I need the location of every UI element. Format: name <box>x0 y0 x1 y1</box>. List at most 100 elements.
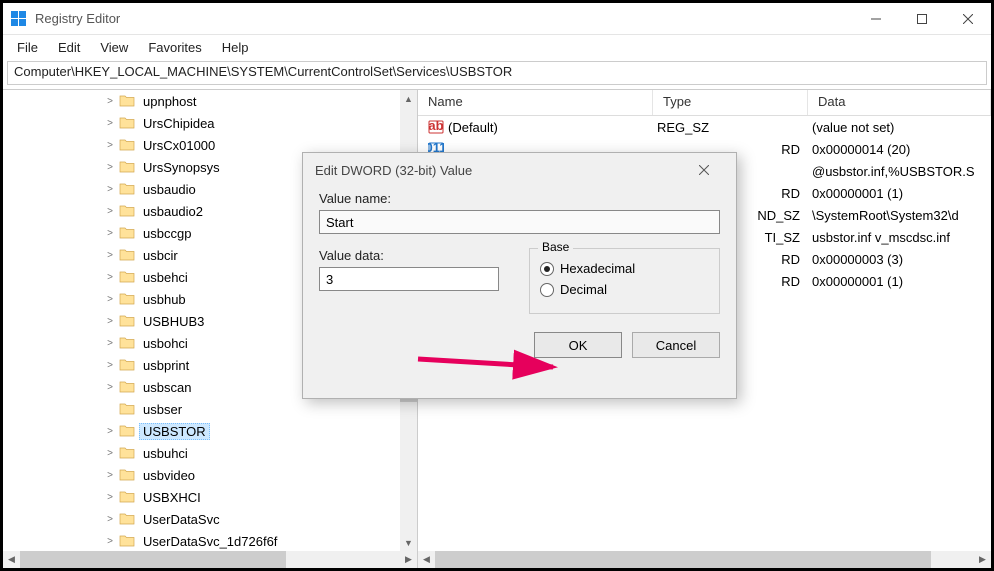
folder-icon <box>119 292 135 306</box>
expand-icon[interactable]: > <box>103 514 117 525</box>
folder-icon <box>119 512 135 526</box>
value-type-cell: REG_SZ <box>653 120 808 135</box>
folder-icon <box>119 248 135 262</box>
expand-icon[interactable]: > <box>103 492 117 503</box>
close-button[interactable] <box>945 4 991 34</box>
address-bar[interactable]: Computer\HKEY_LOCAL_MACHINE\SYSTEM\Curre… <box>7 61 987 85</box>
expand-icon[interactable]: > <box>103 250 117 261</box>
folder-icon <box>119 380 135 394</box>
tree-item-label: usbcir <box>139 247 182 264</box>
expand-icon[interactable]: > <box>103 382 117 393</box>
menu-favorites[interactable]: Favorites <box>138 38 211 57</box>
tree-item[interactable]: usbser <box>103 398 417 420</box>
expand-icon[interactable]: > <box>103 96 117 107</box>
expand-icon[interactable]: > <box>103 228 117 239</box>
expand-icon[interactable]: > <box>103 316 117 327</box>
expand-icon[interactable]: > <box>103 360 117 371</box>
header-name[interactable]: Name <box>418 90 653 115</box>
expand-icon[interactable]: > <box>103 470 117 481</box>
folder-icon <box>119 446 135 460</box>
value-data-field[interactable] <box>319 267 499 291</box>
radio-dec-label: Decimal <box>560 282 607 297</box>
tree-item-label: UrsCx01000 <box>139 137 219 154</box>
folder-icon <box>119 138 135 152</box>
folder-icon <box>119 204 135 218</box>
scroll-left-arrow[interactable]: ◀ <box>418 551 435 568</box>
list-headers: Name Type Data <box>418 90 991 116</box>
radio-icon-checked <box>540 262 554 276</box>
minimize-button[interactable] <box>853 4 899 34</box>
app-icon <box>11 11 27 27</box>
scroll-thumb[interactable] <box>20 551 286 568</box>
menu-file[interactable]: File <box>7 38 48 57</box>
dialog-close-button[interactable] <box>684 165 724 175</box>
value-data-cell: (value not set) <box>808 120 991 135</box>
value-data-label: Value data: <box>319 248 499 263</box>
scroll-thumb[interactable] <box>435 551 931 568</box>
folder-icon <box>119 534 135 548</box>
expand-icon[interactable]: > <box>103 536 117 547</box>
expand-icon[interactable]: > <box>103 294 117 305</box>
tree-item-label: UserDataSvc <box>139 511 224 528</box>
tree-item-label: USBSTOR <box>139 423 210 440</box>
tree-item[interactable]: >usbvideo <box>103 464 417 486</box>
expand-icon[interactable]: > <box>103 448 117 459</box>
scroll-right-arrow[interactable]: ▶ <box>400 551 417 568</box>
header-type[interactable]: Type <box>653 90 808 115</box>
value-data-cell: @usbstor.inf,%USBSTOR.S <box>808 164 991 179</box>
folder-icon <box>119 402 135 416</box>
dialog-titlebar: Edit DWORD (32-bit) Value <box>303 153 736 187</box>
scroll-right-arrow[interactable]: ▶ <box>974 551 991 568</box>
value-row[interactable]: ab(Default)REG_SZ(value not set) <box>418 116 991 138</box>
menu-edit[interactable]: Edit <box>48 38 90 57</box>
value-data-cell: 0x00000001 (1) <box>808 274 991 289</box>
tree-item-label: usbohci <box>139 335 192 352</box>
value-data-cell: 0x00000003 (3) <box>808 252 991 267</box>
expand-icon[interactable]: > <box>103 162 117 173</box>
folder-icon <box>119 270 135 284</box>
tree-item[interactable]: >UserDataSvc_1d726f6f <box>103 530 417 551</box>
tree-item-label: usbuhci <box>139 445 192 462</box>
tree-horizontal-scrollbar[interactable]: ◀ ▶ <box>3 551 418 568</box>
tree-item-label: usbhub <box>139 291 190 308</box>
expand-icon[interactable]: > <box>103 140 117 151</box>
folder-icon <box>119 160 135 174</box>
menu-help[interactable]: Help <box>212 38 259 57</box>
tree-item-label: usbccgp <box>139 225 195 242</box>
list-horizontal-scrollbar[interactable]: ◀ ▶ <box>418 551 991 568</box>
tree-item[interactable]: > UrsChipidea <box>103 112 417 134</box>
radio-decimal[interactable]: Decimal <box>540 282 709 297</box>
expand-icon[interactable]: > <box>103 118 117 129</box>
tree-item[interactable]: >upnphost <box>103 90 417 112</box>
tree-item-label: usbscan <box>139 379 195 396</box>
tree-item[interactable]: > USBSTOR <box>103 420 417 442</box>
scroll-up-arrow[interactable]: ▲ <box>400 90 417 107</box>
cancel-button[interactable]: Cancel <box>632 332 720 358</box>
radio-hexadecimal[interactable]: Hexadecimal <box>540 261 709 276</box>
menu-view[interactable]: View <box>90 38 138 57</box>
menubar: File Edit View Favorites Help <box>3 35 991 59</box>
tree-item-label: UrsSynopsys <box>139 159 224 176</box>
expand-icon[interactable]: > <box>103 184 117 195</box>
value-name-field[interactable] <box>319 210 720 234</box>
tree-item[interactable]: > usbuhci <box>103 442 417 464</box>
expand-icon[interactable]: > <box>103 338 117 349</box>
tree-item-label: UrsChipidea <box>139 115 219 132</box>
value-name-cell: ab(Default) <box>418 119 653 135</box>
scroll-left-arrow[interactable]: ◀ <box>3 551 20 568</box>
expand-icon[interactable]: > <box>103 426 117 437</box>
scroll-down-arrow[interactable]: ▼ <box>400 534 417 551</box>
expand-icon[interactable]: > <box>103 272 117 283</box>
tree-item[interactable]: >USBXHCI <box>103 486 417 508</box>
folder-icon <box>119 226 135 240</box>
folder-icon <box>119 314 135 328</box>
header-data[interactable]: Data <box>808 90 991 115</box>
maximize-button[interactable] <box>899 4 945 34</box>
expand-icon[interactable]: > <box>103 206 117 217</box>
radio-hex-label: Hexadecimal <box>560 261 635 276</box>
value-data-cell: \SystemRoot\System32\d <box>808 208 991 223</box>
folder-icon <box>119 94 135 108</box>
tree-item[interactable]: > UserDataSvc <box>103 508 417 530</box>
folder-icon <box>119 468 135 482</box>
ok-button[interactable]: OK <box>534 332 622 358</box>
